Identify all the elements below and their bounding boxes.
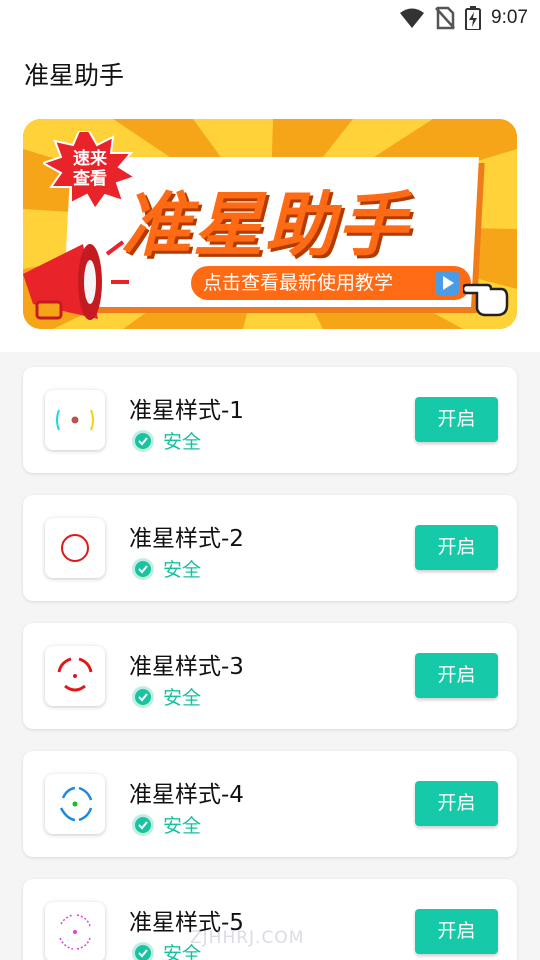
safe-label: 安全 <box>163 559 202 581</box>
banner-section: 速来查看 准星助手 点击查看最新使用教学 <box>0 112 540 352</box>
watermark: ZJHHRJ.COM <box>190 928 305 948</box>
crosshair-preview-4 <box>45 774 105 834</box>
open-button-1[interactable]: 开启 <box>415 397 498 442</box>
battery-charging-icon <box>465 6 482 30</box>
shield-check-icon <box>132 941 154 960</box>
open-button-3[interactable]: 开启 <box>415 653 498 698</box>
crosshair-list: 准星样式-1 安全 开启 准星样式-2 安全 开启 准星样式-3 安全 开启 准… <box>0 352 540 960</box>
pointing-hand-icon <box>463 283 509 317</box>
tutorial-link[interactable]: 点击查看最新使用教学 <box>191 266 471 300</box>
play-icon <box>435 271 459 295</box>
tutorial-banner[interactable]: 速来查看 准星助手 点击查看最新使用教学 <box>23 119 517 329</box>
crosshair-card-2: 准星样式-2 安全 开启 <box>23 495 517 601</box>
crosshair-style-5-icon <box>59 914 91 950</box>
banner-title: 准星助手 <box>121 184 409 266</box>
safe-label: 安全 <box>163 431 202 453</box>
crosshair-style-2-icon <box>61 534 89 562</box>
badge-label: 速来查看 <box>73 149 107 189</box>
safe-badge-1: 安全 <box>131 427 201 454</box>
crosshair-card-3: 准星样式-3 安全 开启 <box>23 623 517 729</box>
crosshair-preview-5 <box>45 902 105 960</box>
shield-check-icon <box>132 813 154 836</box>
crosshair-preview-1 <box>45 390 105 450</box>
shield-check-icon <box>132 429 154 452</box>
safe-badge-2: 安全 <box>131 555 201 582</box>
safe-badge-3: 安全 <box>131 683 201 710</box>
crosshair-style-3-icon <box>57 657 93 692</box>
crosshair-name-3: 准星样式-3 <box>129 654 244 680</box>
no-sim-icon <box>435 6 455 30</box>
app-bar: 准星助手 <box>0 36 540 112</box>
safe-badge-4: 安全 <box>131 811 201 838</box>
crosshair-card-4: 准星样式-4 安全 开启 <box>23 751 517 857</box>
crosshair-preview-3 <box>45 646 105 706</box>
crosshair-preview-2 <box>45 518 105 578</box>
status-time: 9:07 <box>491 7 528 28</box>
status-icons: 9:07 <box>399 6 528 30</box>
crosshair-name-1: 准星样式-1 <box>129 398 244 424</box>
open-button-4[interactable]: 开启 <box>415 781 498 826</box>
safe-label: 安全 <box>163 815 202 837</box>
page-title: 准星助手 <box>24 61 125 90</box>
crosshair-style-4-icon <box>59 786 93 822</box>
crosshair-style-1-icon <box>56 409 94 431</box>
open-button-5[interactable]: 开启 <box>415 909 498 954</box>
shield-check-icon <box>132 685 154 708</box>
safe-label: 安全 <box>163 687 202 709</box>
shield-check-icon <box>132 557 154 580</box>
crosshair-card-1: 准星样式-1 安全 开启 <box>23 367 517 473</box>
open-button-2[interactable]: 开启 <box>415 525 498 570</box>
crosshair-name-2: 准星样式-2 <box>129 526 244 552</box>
crosshair-name-4: 准星样式-4 <box>129 782 244 808</box>
status-bar: 9:07 <box>0 0 540 36</box>
megaphone-icon <box>23 240 129 320</box>
wifi-icon <box>400 8 425 28</box>
